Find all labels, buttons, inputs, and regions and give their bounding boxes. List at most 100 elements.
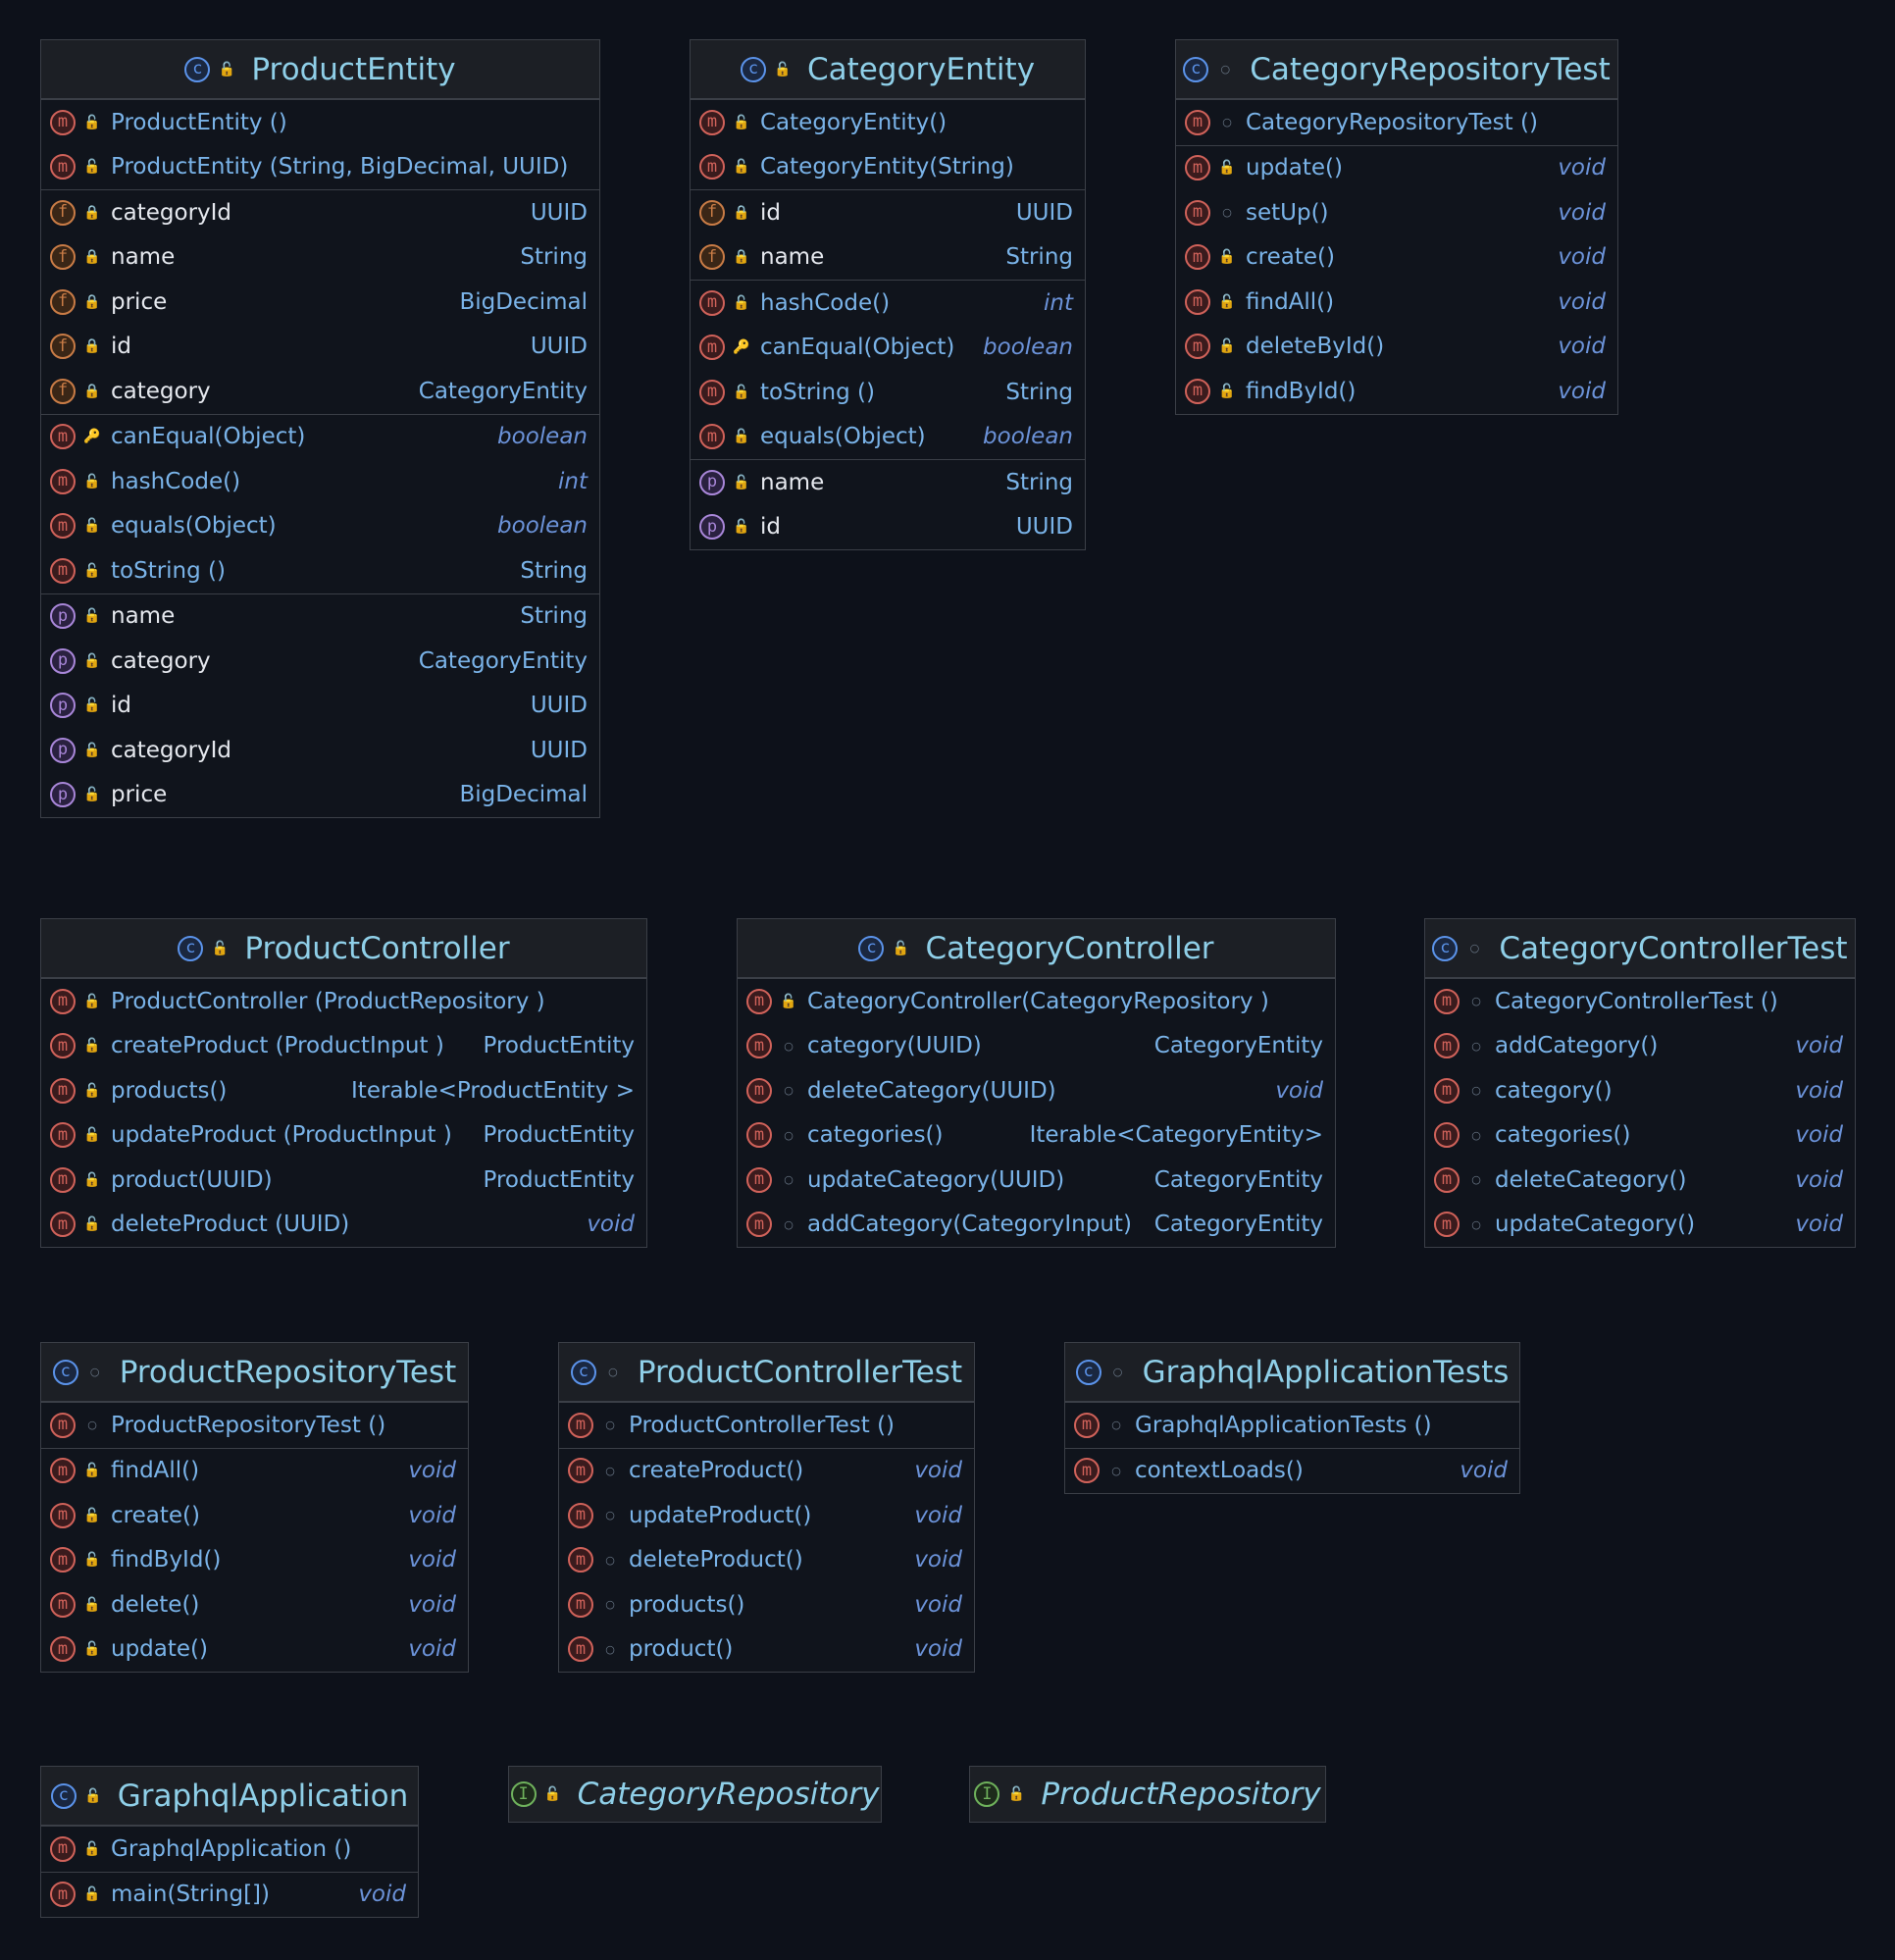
field-row[interactable]: f 🔒 name String [41,235,599,281]
property-row[interactable]: p 🔓 id UUID [41,684,599,729]
method-row[interactable]: m 🔓 findAll() void [1176,280,1617,325]
method-row[interactable]: m ○ category(UUID) CategoryEntity [738,1024,1335,1069]
method-row[interactable]: m ○ products() void [559,1582,974,1627]
method-row[interactable]: m 🔓 toString () String [41,548,599,593]
class-header[interactable]: I 🔓 CategoryRepository [509,1767,881,1822]
property-row[interactable]: p 🔓 name String [41,594,599,640]
field-row[interactable]: f 🔒 categoryId UUID [41,190,599,235]
class-header[interactable]: c ○ CategoryControllerTest [1425,919,1855,978]
method-row[interactable]: m 🔓 create() void [41,1493,468,1538]
public-lock-icon: 🔓 [543,1786,562,1802]
category-entity-box[interactable]: c 🔓 CategoryEntity m 🔓 CategoryEntity() m 🔓 Cate… [690,39,1086,550]
method-row[interactable]: m ○ category() void [1425,1068,1855,1113]
member-name: hashCode() [111,468,241,494]
method-row[interactable]: m ○ updateProduct() void [559,1493,974,1538]
method-row[interactable]: m 🔑 canEqual(Object) boolean [41,415,599,460]
method-row[interactable]: m ○ addCategory() void [1425,1024,1855,1069]
property-row[interactable]: p 🔓 name String [691,460,1085,505]
method-row[interactable]: m 🔓 update() void [41,1627,468,1673]
class-header[interactable]: c 🔓 CategoryController [738,919,1335,978]
method-row[interactable]: m ○ CategoryControllerTest () [1425,979,1855,1024]
category-repository-test-box[interactable]: c ○ CategoryRepositoryTest m ○ CategoryReposi… [1175,39,1618,415]
product-repository-test-box[interactable]: c ○ ProductRepositoryTest m ○ ProductReposito… [40,1342,469,1673]
method-row[interactable]: m ○ product() void [559,1627,974,1673]
category-controller-test-box[interactable]: c ○ CategoryControllerTest m ○ CategoryContro… [1424,918,1856,1248]
method-row[interactable]: m ○ deleteCategory(UUID) void [738,1068,1335,1113]
class-header[interactable]: c 🔓 ProductEntity [41,40,599,99]
method-row[interactable]: m 🔓 products() Iterable<ProductEntity > [41,1068,646,1113]
method-row[interactable]: m ○ ProductRepositoryTest () [41,1403,468,1448]
method-row[interactable]: m 🔓 hashCode() int [691,281,1085,326]
member-type: void [408,1502,456,1528]
category-controller-box[interactable]: c 🔓 CategoryController m 🔓 CategoryController… [737,918,1336,1248]
method-row[interactable]: m 🔓 hashCode() int [41,459,599,504]
method-row[interactable]: m 🔓 CategoryEntity() [691,100,1085,145]
method-row[interactable]: m 🔓 CategoryController(CategoryRepository … [738,979,1335,1024]
method-row[interactable]: m 🔓 deleteById() void [1176,325,1617,370]
method-row[interactable]: m ○ CategoryRepositoryTest () [1176,100,1617,145]
method-row[interactable]: m ○ deleteCategory() void [1425,1158,1855,1203]
category-repository-box[interactable]: I 🔓 CategoryRepository [508,1766,882,1823]
member-name: createProduct (ProductInput ) [111,1033,444,1059]
method-row[interactable]: m ○ addCategory(CategoryInput) CategoryEnti… [738,1203,1335,1248]
method-row[interactable]: m 🔓 findAll() void [41,1449,468,1494]
class-header[interactable]: c 🔓 CategoryEntity [691,40,1085,99]
field-icon: f [50,199,76,226]
field-row[interactable]: f 🔒 id UUID [691,190,1085,235]
method-row[interactable]: m ○ setUp() void [1176,190,1617,235]
method-row[interactable]: m ○ deleteProduct() void [559,1538,974,1583]
product-entity-box[interactable]: c 🔓 ProductEntity m 🔓 ProductEntity () m 🔓 Produ… [40,39,600,818]
product-controller-box[interactable]: c 🔓 ProductController m 🔓 ProductController (… [40,918,647,1248]
method-row[interactable]: m ○ categories() Iterable<CategoryEntity> [738,1113,1335,1159]
method-row[interactable]: m 🔓 findById() void [41,1538,468,1583]
graphql-application-tests-box[interactable]: c ○ GraphqlApplicationTests m ○ GraphqlApplic… [1064,1342,1520,1494]
field-row[interactable]: f 🔒 id UUID [41,325,599,370]
method-row[interactable]: m 🔓 update() void [1176,146,1617,191]
class-header[interactable]: I 🔓 ProductRepository [970,1767,1325,1822]
property-row[interactable]: p 🔓 id UUID [691,505,1085,550]
method-row[interactable]: m ○ updateCategory(UUID) CategoryEntity [738,1158,1335,1203]
class-header[interactable]: c ○ ProductRepositoryTest [41,1343,468,1402]
method-row[interactable]: m ○ categories() void [1425,1113,1855,1159]
product-controller-test-box[interactable]: c ○ ProductControllerTest m ○ ProductControll… [558,1342,975,1673]
product-repository-box[interactable]: I 🔓 ProductRepository [969,1766,1326,1823]
method-row[interactable]: m ○ updateCategory() void [1425,1203,1855,1248]
class-header[interactable]: c ○ CategoryRepositoryTest [1176,40,1617,99]
field-row[interactable]: f 🔒 category CategoryEntity [41,369,599,414]
method-row[interactable]: m ○ GraphqlApplicationTests () [1065,1403,1519,1448]
method-row[interactable]: m 🔓 GraphqlApplication () [41,1827,418,1872]
method-row[interactable]: m 🔓 findById() void [1176,369,1617,414]
method-row[interactable]: m 🔓 updateProduct (ProductInput ) ProductEn… [41,1113,646,1159]
package-private-icon: ○ [1471,1173,1481,1187]
method-row[interactable]: m 🔓 ProductEntity (String, BigDecimal, UUI… [41,145,599,190]
method-row[interactable]: m 🔓 toString () String [691,370,1085,415]
class-header[interactable]: c 🔓 GraphqlApplication [41,1767,418,1826]
method-row[interactable]: m 🔑 canEqual(Object) boolean [691,326,1085,371]
method-row[interactable]: m 🔓 product(UUID) ProductEntity [41,1158,646,1203]
method-row[interactable]: m 🔓 CategoryEntity(String) [691,145,1085,190]
class-header[interactable]: c 🔓 ProductController [41,919,646,978]
method-row[interactable]: m 🔓 ProductEntity () [41,100,599,145]
property-row[interactable]: p 🔓 categoryId UUID [41,728,599,773]
property-row[interactable]: p 🔓 price BigDecimal [41,773,599,818]
class-header[interactable]: c ○ ProductControllerTest [559,1343,974,1402]
class-header[interactable]: c ○ GraphqlApplicationTests [1065,1343,1519,1402]
package-private-icon: ○ [1469,942,1480,954]
public-lock-icon: 🔓 [218,61,236,77]
method-row[interactable]: m 🔓 equals(Object) boolean [691,415,1085,460]
property-row[interactable]: p 🔓 category CategoryEntity [41,639,599,684]
field-row[interactable]: f 🔒 price BigDecimal [41,280,599,325]
method-row[interactable]: m 🔓 equals(Object) boolean [41,504,599,549]
method-row[interactable]: m 🔓 deleteProduct (UUID) void [41,1203,646,1248]
method-row[interactable]: m 🔓 ProductController (ProductRepository ) [41,979,646,1024]
method-row[interactable]: m ○ createProduct() void [559,1449,974,1494]
member-name: update() [111,1636,208,1663]
method-row[interactable]: m ○ ProductControllerTest () [559,1403,974,1448]
method-row[interactable]: m 🔓 createProduct (ProductInput ) ProductEn… [41,1024,646,1069]
method-row[interactable]: m 🔓 delete() void [41,1582,468,1627]
graphql-application-box[interactable]: c 🔓 GraphqlApplication m 🔓 GraphqlApplication… [40,1766,419,1918]
method-row[interactable]: m 🔓 main(String[]) void [41,1873,418,1918]
method-row[interactable]: m 🔓 create() void [1176,235,1617,281]
field-row[interactable]: f 🔒 name String [691,235,1085,281]
method-row[interactable]: m ○ contextLoads() void [1065,1449,1519,1494]
